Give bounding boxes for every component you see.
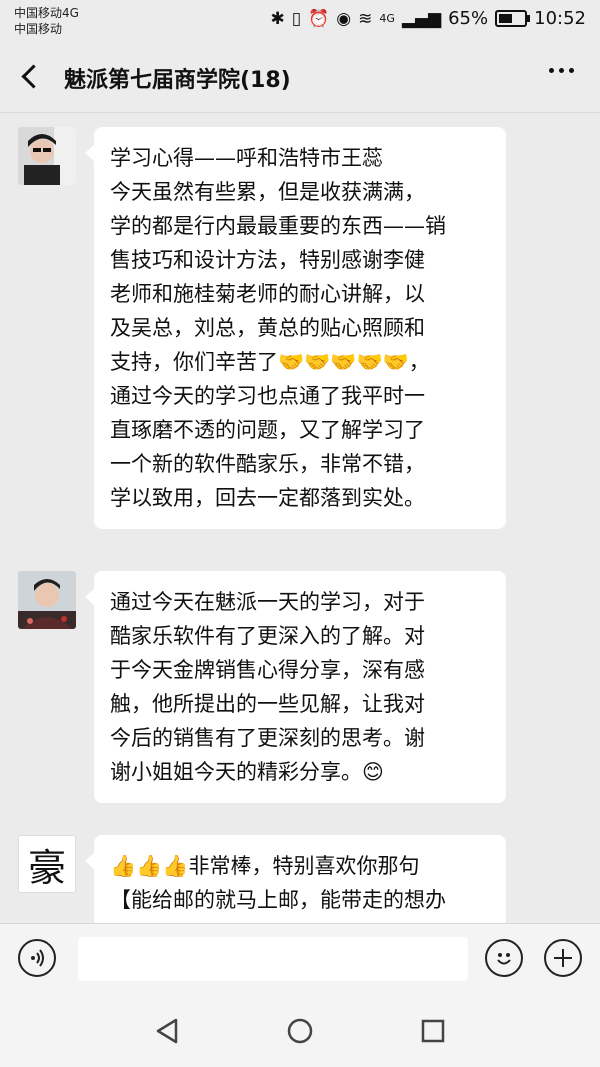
carrier-secondary: 中国移动 [14, 22, 63, 36]
message-list[interactable]: 学习心得——呼和浩特市王蕊 今天虽然有些累，但是收获满满， 学的都是行内最最重要… [0, 113, 600, 923]
signal-icon: ▂▄▆ [401, 8, 442, 29]
message-line: 直琢磨不透的问题，又了解学习了 [110, 418, 425, 442]
message-bubble[interactable]: 👍👍👍非常棒，特别喜欢你那句 【能给邮的就马上邮，能带走的想办 [85, 835, 506, 923]
clock: 10:52 [534, 8, 586, 29]
status-icons: ✱ ▯ ⏰ ◉ ≋ 4G ▂▄▆ 65% 10:52 [270, 8, 586, 29]
message-line: 通过今天的学习也点通了我平时一 [110, 384, 425, 408]
smiley-icon [497, 953, 511, 965]
vibrate-icon: ▯ [291, 8, 302, 29]
message-bubble[interactable]: 通过今天在魅派一天的学习，对于 酷家乐软件有了更深入的了解。对 于今天金牌销售心… [85, 571, 506, 803]
avatar[interactable] [18, 127, 76, 185]
message-line: 通过今天在魅派一天的学习，对于 [110, 590, 425, 614]
input-bar [0, 923, 600, 994]
chat-header: 魅派第七届商学院(18) [0, 44, 600, 113]
message-bubble[interactable]: 学习心得——呼和浩特市王蕊 今天虽然有些累，但是收获满满， 学的都是行内最最重要… [85, 127, 506, 529]
voice-button[interactable] [18, 939, 56, 977]
message-line: 于今天金牌销售心得分享，深有感 [110, 658, 425, 682]
square-recents-icon [421, 1019, 445, 1043]
message-line: 一个新的软件酷家乐，非常不错， [110, 452, 425, 476]
nav-recents-button[interactable] [418, 1016, 448, 1046]
more-options-button[interactable] [549, 68, 574, 73]
plus-icon [554, 949, 572, 967]
message-line: 谢小姐姐今天的精彩分享。😊 [110, 760, 384, 784]
message-line: 售技巧和设计方法，特别感谢李健 [110, 248, 425, 272]
message-line: 今天虽然有些累，但是收获满满， [110, 180, 425, 204]
message-line: 今后的销售有了更深刻的思考。谢 [110, 726, 425, 750]
message-line: 老师和施桂菊老师的耐心讲解，以 [110, 282, 425, 306]
circle-home-icon [287, 1018, 313, 1044]
carrier-primary: 中国移动4G [14, 6, 79, 20]
battery-icon [495, 10, 531, 27]
message-line: 酷家乐软件有了更深入的了解。对 [110, 624, 425, 648]
voice-icon [31, 949, 44, 967]
chevron-left-icon [20, 63, 46, 89]
message-line: 学习心得——呼和浩特市王蕊 [110, 146, 383, 170]
message-line: 支持，你们辛苦了🤝🤝🤝🤝🤝， [110, 350, 430, 374]
message-line: 学的都是行内最最重要的东西——销 [110, 214, 446, 238]
system-nav-bar [0, 994, 600, 1067]
battery-percent: 65% [448, 8, 489, 29]
message-line: 学以致用，回去一定都落到实处。 [110, 486, 425, 510]
dot-icon [569, 68, 574, 73]
alarm-icon: ⏰ [308, 8, 330, 29]
plus-button[interactable] [544, 939, 582, 977]
chat-title: 魅派第七届商学院(18) [64, 68, 291, 93]
bluetooth-icon: ✱ [270, 8, 285, 29]
network-type: 4G [379, 12, 395, 25]
eye-icon: ◉ [336, 8, 352, 29]
status-bar: 中国移动4G 中国移动 ✱ ▯ ⏰ ◉ ≋ 4G ▂▄▆ 65% 10:52 [0, 0, 600, 44]
dot-icon [559, 68, 564, 73]
nav-home-button[interactable] [285, 1016, 315, 1046]
avatar-text: 豪 [27, 845, 66, 890]
message-input[interactable] [78, 937, 468, 981]
avatar[interactable]: 豪 [18, 835, 76, 893]
nav-back-button[interactable] [152, 1016, 182, 1046]
wifi-icon: ≋ [358, 8, 373, 29]
back-button[interactable] [16, 60, 46, 92]
emoji-button[interactable] [485, 939, 523, 977]
avatar[interactable] [18, 571, 76, 629]
message-line: 【能给邮的就马上邮，能带走的想办 [110, 888, 446, 912]
message-line: 👍👍👍非常棒，特别喜欢你那句 [110, 854, 420, 878]
message-line: 及吴总，刘总，黄总的贴心照顾和 [110, 316, 425, 340]
message-line: 触，他所提出的一些见解，让我对 [110, 692, 425, 716]
triangle-back-icon [156, 1018, 178, 1044]
dot-icon [549, 68, 554, 73]
